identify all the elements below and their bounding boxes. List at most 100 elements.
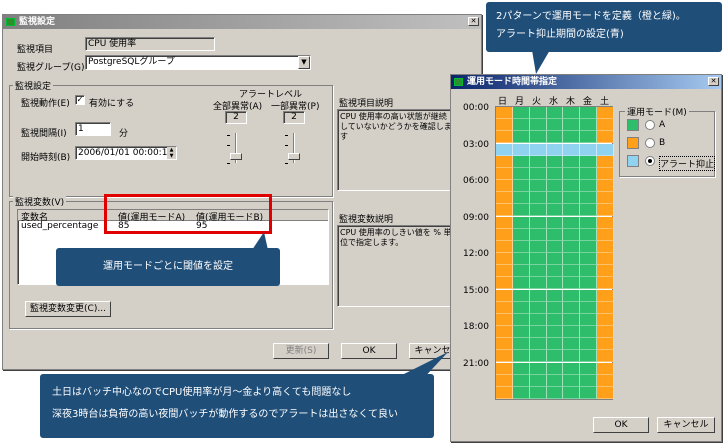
enable-checkbox[interactable]: ✓	[75, 95, 85, 105]
schedule-cell[interactable]	[563, 155, 581, 168]
schedule-cell[interactable]	[496, 192, 513, 205]
schedule-cell[interactable]	[580, 301, 598, 314]
schedule-cell[interactable]	[580, 240, 598, 253]
schedule-cell[interactable]	[529, 289, 547, 302]
schedule-cell[interactable]	[597, 326, 614, 339]
schedule-cell[interactable]	[512, 155, 530, 168]
schedule-cell[interactable]	[597, 289, 614, 302]
schedule-cell[interactable]	[580, 119, 598, 132]
schedule-cell[interactable]	[580, 143, 598, 156]
schedule-cell[interactable]	[580, 253, 598, 266]
schedule-cell[interactable]	[496, 204, 513, 217]
schedule-cell[interactable]	[529, 253, 547, 266]
close-icon[interactable]: ✕	[708, 77, 719, 86]
schedule-cell[interactable]	[529, 216, 547, 229]
schedule-cell[interactable]	[496, 313, 513, 326]
schedule-cell[interactable]	[512, 240, 530, 253]
schedule-cell[interactable]	[496, 143, 513, 156]
schedule-cell[interactable]	[580, 326, 598, 339]
schedule-cell[interactable]	[597, 204, 614, 217]
schedule-cell[interactable]	[580, 386, 598, 399]
schedule-cell[interactable]	[529, 131, 547, 144]
schedule-cell[interactable]	[512, 143, 530, 156]
schedule-cell[interactable]	[597, 338, 614, 351]
schedule-cell[interactable]	[580, 265, 598, 278]
schedule-cell[interactable]	[597, 228, 614, 241]
schedule-cell[interactable]	[597, 350, 614, 363]
schedule-cell[interactable]	[563, 313, 581, 326]
schedule-cell[interactable]	[496, 386, 513, 399]
schedule-cell[interactable]	[597, 119, 614, 132]
schedule-cell[interactable]	[512, 192, 530, 205]
mode-radio[interactable]	[645, 156, 655, 166]
schedule-cell[interactable]	[496, 265, 513, 278]
schedule-cell[interactable]	[512, 216, 530, 229]
schedule-cell[interactable]	[496, 180, 513, 193]
schedule-cell[interactable]	[580, 228, 598, 241]
schedule-cell[interactable]	[529, 374, 547, 387]
schedule-cell[interactable]	[529, 313, 547, 326]
schedule-cell[interactable]	[512, 119, 530, 132]
schedule-cell[interactable]	[529, 338, 547, 351]
schedule-cell[interactable]	[563, 326, 581, 339]
schedule-cell[interactable]	[496, 253, 513, 266]
schedule-cell[interactable]	[512, 350, 530, 363]
group-select[interactable]: PostgreSQLグループ ▼	[85, 55, 311, 70]
schedule-cell[interactable]	[546, 204, 564, 217]
schedule-cell[interactable]	[580, 338, 598, 351]
schedule-cell[interactable]	[496, 374, 513, 387]
schedule-cell[interactable]	[529, 301, 547, 314]
schedule-cell[interactable]	[496, 107, 513, 120]
schedule-cell[interactable]	[563, 265, 581, 278]
schedule-cell[interactable]	[563, 374, 581, 387]
schedule-cell[interactable]	[529, 167, 547, 180]
schedule-cell[interactable]	[597, 374, 614, 387]
schedule-cell[interactable]	[529, 119, 547, 132]
schedule-cell[interactable]	[546, 289, 564, 302]
schedule-cell[interactable]	[546, 228, 564, 241]
schedule-cell[interactable]	[546, 350, 564, 363]
schedule-cell[interactable]	[563, 107, 581, 120]
schedule-cell[interactable]	[580, 362, 598, 375]
schedule-cell[interactable]	[597, 216, 614, 229]
schedule-cell[interactable]	[546, 131, 564, 144]
schedule-cell[interactable]	[512, 301, 530, 314]
schedule-cell[interactable]	[546, 143, 564, 156]
schedule-cell[interactable]	[546, 326, 564, 339]
interval-input[interactable]: 1	[75, 122, 111, 136]
schedule-cell[interactable]	[546, 192, 564, 205]
schedule-cell[interactable]	[546, 216, 564, 229]
schedule-cell[interactable]	[512, 167, 530, 180]
schedule-cell[interactable]	[580, 350, 598, 363]
schedule-cell[interactable]	[546, 180, 564, 193]
schedule-cell[interactable]	[529, 143, 547, 156]
schedule-cell[interactable]	[496, 277, 513, 290]
ok-button[interactable]: OK	[341, 343, 397, 359]
schedule-cell[interactable]	[512, 204, 530, 217]
schedule-cell[interactable]	[546, 338, 564, 351]
schedule-cell[interactable]	[580, 131, 598, 144]
schedule-cell[interactable]	[563, 240, 581, 253]
schedule-cell[interactable]	[546, 119, 564, 132]
schedule-cell[interactable]	[529, 277, 547, 290]
schedule-cell[interactable]	[563, 192, 581, 205]
schedule-cell[interactable]	[597, 313, 614, 326]
schedule-cell[interactable]	[597, 301, 614, 314]
schedule-cell[interactable]	[563, 362, 581, 375]
schedule-cell[interactable]	[597, 253, 614, 266]
mode-radio[interactable]	[645, 120, 655, 130]
schedule-cell[interactable]	[597, 240, 614, 253]
schedule-cell[interactable]	[597, 277, 614, 290]
schedule-cell[interactable]	[496, 301, 513, 314]
schedule-cell[interactable]	[496, 326, 513, 339]
schedule-cell[interactable]	[529, 204, 547, 217]
schedule-cell[interactable]	[529, 326, 547, 339]
schedule-cell[interactable]	[546, 107, 564, 120]
schedule-cell[interactable]	[546, 277, 564, 290]
schedule-cell[interactable]	[580, 313, 598, 326]
schedule-cell[interactable]	[563, 228, 581, 241]
schedule-cell[interactable]	[563, 143, 581, 156]
schedule-cell[interactable]	[563, 167, 581, 180]
schedule-cell[interactable]	[563, 289, 581, 302]
start-input[interactable]: 2006/01/01 00:00:10 ▲ ▼	[75, 146, 177, 160]
